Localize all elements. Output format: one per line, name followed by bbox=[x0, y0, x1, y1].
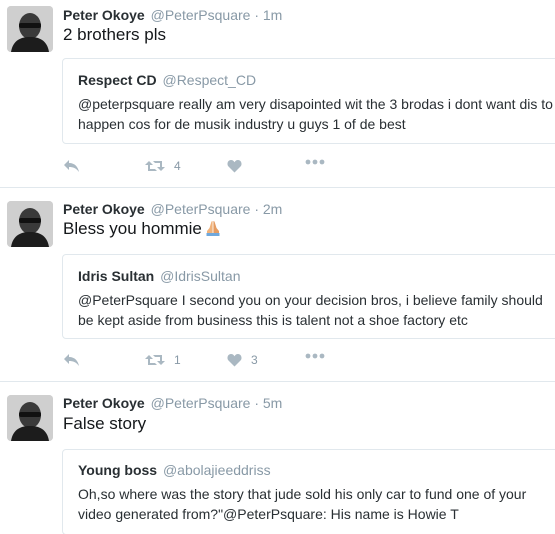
quoted-user-handle: @abolajieeddriss bbox=[162, 462, 271, 478]
reply-icon bbox=[64, 160, 79, 172]
display-name[interactable]: Peter Okoye bbox=[63, 395, 145, 411]
avatar-image bbox=[7, 201, 53, 247]
quoted-tweet[interactable]: Idris Sultan @IdrisSultan @PeterPsquare … bbox=[62, 254, 555, 339]
retweet-count: 1 bbox=[174, 353, 181, 367]
tweet-header: Peter Okoye @PeterPsquare · 1m bbox=[63, 7, 282, 23]
folded-hands-emoji bbox=[204, 219, 222, 242]
quoted-text: @PeterPsquare I second you on your decis… bbox=[78, 292, 543, 328]
quoted-display-name: Respect CD bbox=[78, 72, 157, 88]
quoted-display-name: Young boss bbox=[78, 462, 158, 478]
timestamp[interactable]: 1m bbox=[263, 7, 282, 23]
reply-button[interactable] bbox=[63, 353, 80, 367]
display-name[interactable]: Peter Okoye bbox=[63, 201, 145, 217]
user-handle[interactable]: @PeterPsquare bbox=[151, 7, 251, 23]
user-handle[interactable]: @PeterPsquare bbox=[151, 201, 251, 217]
retweet-button[interactable]: 4 bbox=[145, 159, 181, 173]
tweet-text: 2 brothers pls bbox=[63, 25, 166, 44]
tweet-actions: 4 bbox=[63, 159, 333, 177]
heart-icon bbox=[227, 160, 242, 173]
more-button[interactable] bbox=[305, 159, 325, 165]
more-dots-icon bbox=[305, 159, 325, 165]
more-button[interactable] bbox=[305, 353, 325, 359]
retweet-icon bbox=[145, 161, 165, 171]
like-count: 3 bbox=[251, 353, 258, 367]
like-button[interactable] bbox=[227, 159, 251, 173]
tweet[interactable]: Peter Okoye @PeterPsquare · 1m 2 brother… bbox=[0, 0, 555, 188]
quoted-header: Respect CD @Respect_CD bbox=[78, 72, 256, 88]
quoted-display-name: Idris Sultan bbox=[78, 268, 155, 284]
avatar[interactable] bbox=[7, 6, 53, 52]
quoted-text: Oh,so where was the story that jude sold… bbox=[78, 486, 527, 522]
avatar[interactable] bbox=[7, 395, 53, 441]
reply-icon bbox=[64, 354, 79, 366]
more-dots-icon bbox=[305, 353, 325, 359]
quoted-user-handle: @IdrisSultan bbox=[160, 268, 241, 284]
retweet-button[interactable]: 1 bbox=[145, 353, 181, 367]
tweet-header: Peter Okoye @PeterPsquare · 5m bbox=[63, 395, 282, 411]
display-name[interactable]: Peter Okoye bbox=[63, 7, 145, 23]
quoted-header: Young boss @abolajieeddriss bbox=[78, 462, 271, 478]
separator-dot: · bbox=[254, 201, 259, 217]
quoted-header: Idris Sultan @IdrisSultan bbox=[78, 268, 240, 284]
quoted-text: @peterpsquare really am very disapointed… bbox=[78, 96, 553, 132]
reply-button[interactable] bbox=[63, 159, 80, 173]
heart-icon bbox=[227, 354, 242, 367]
tweet-actions: 1 3 bbox=[63, 353, 333, 371]
avatar-image bbox=[7, 395, 53, 441]
retweet-count: 4 bbox=[174, 159, 181, 173]
timestamp[interactable]: 2m bbox=[263, 201, 282, 217]
separator-dot: · bbox=[254, 395, 259, 411]
tweet-header: Peter Okoye @PeterPsquare · 2m bbox=[63, 201, 282, 217]
tweet-text: Bless you hommie bbox=[63, 219, 222, 242]
tweet-text: False story bbox=[63, 414, 147, 433]
quoted-tweet[interactable]: Young boss @abolajieeddriss Oh,so where … bbox=[62, 449, 555, 534]
tweet[interactable]: Peter Okoye @PeterPsquare · 2m Bless you… bbox=[0, 188, 555, 382]
quoted-user-handle: @Respect_CD bbox=[162, 72, 257, 88]
avatar[interactable] bbox=[7, 201, 53, 247]
tweet-text-content: Bless you hommie bbox=[63, 219, 202, 238]
quoted-tweet[interactable]: Respect CD @Respect_CD @peterpsquare rea… bbox=[62, 58, 555, 144]
user-handle[interactable]: @PeterPsquare bbox=[151, 395, 251, 411]
like-button[interactable]: 3 bbox=[227, 353, 258, 367]
timestamp[interactable]: 5m bbox=[263, 395, 282, 411]
separator-dot: · bbox=[254, 7, 259, 23]
tweet[interactable]: Peter Okoye @PeterPsquare · 5m False sto… bbox=[0, 382, 555, 534]
retweet-icon bbox=[145, 355, 165, 365]
avatar-image bbox=[7, 6, 53, 52]
